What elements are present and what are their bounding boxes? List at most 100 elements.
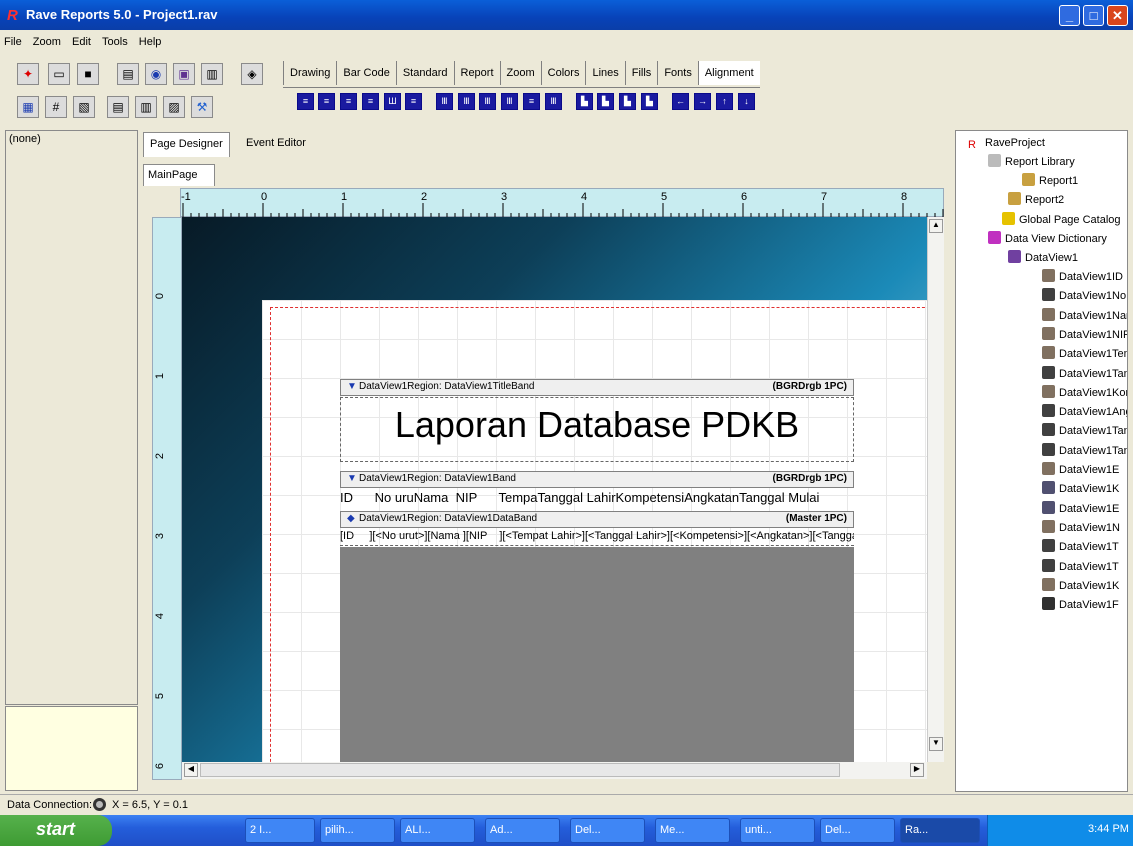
tree-item-field[interactable]: DataView1K [1042, 577, 1119, 596]
equal-width-icon[interactable]: ≡ [405, 93, 422, 110]
align-icon[interactable]: ▧ [73, 96, 95, 118]
header-field-labels[interactable]: ID No uruNama NIP TempaTanggal LahirKomp… [340, 490, 854, 507]
tab-fonts[interactable]: Fonts [657, 61, 698, 85]
maximize-button[interactable]: □ [1083, 5, 1104, 26]
tab-report[interactable]: Report [453, 61, 500, 85]
space-equal-h-icon[interactable]: Ш [384, 93, 401, 110]
tree-item-field[interactable]: DataView1Angkatan [1042, 403, 1127, 422]
taskbar-item[interactable]: ALI... [400, 818, 475, 843]
data-field-placeholders[interactable]: [ID ][<No urut>][Nama ][NIP ][<Tempat La… [340, 530, 854, 546]
title-band-header[interactable]: ▼ DataView1Region: DataView1TitleBand (B… [340, 379, 854, 396]
tab-standard[interactable]: Standard [395, 61, 454, 85]
taskbar-item[interactable]: Me... [655, 818, 730, 843]
tree-item-field[interactable]: DataView1Tanggal [1042, 365, 1127, 384]
taskbar-item-active[interactable]: Ra... [900, 818, 980, 843]
tab-barcode[interactable]: Bar Code [336, 61, 395, 85]
tree-item-report-library[interactable]: Report Library [988, 153, 1075, 172]
align-vcenter-icon[interactable]: Ⅲ [458, 93, 475, 110]
tree-item-field[interactable]: DataView1Tempat [1042, 345, 1127, 364]
tree-item-field[interactable]: DataView1T [1042, 558, 1119, 577]
tree-item-data-view-dictionary[interactable]: Data View Dictionary [988, 230, 1107, 249]
scroll-thumb[interactable] [200, 763, 840, 777]
tree-item-field[interactable]: DataView1K [1042, 480, 1119, 499]
tab-fills[interactable]: Fills [624, 61, 658, 85]
new-report-icon[interactable]: ▤ [117, 63, 139, 85]
page-icon[interactable]: ▦ [17, 96, 39, 118]
menu-edit[interactable]: Edit [68, 33, 95, 51]
new-project-icon[interactable]: ✦ [17, 63, 39, 85]
taskbar-item[interactable]: unti... [740, 818, 815, 843]
snap-icon[interactable]: ▨ [163, 96, 185, 118]
minimize-button[interactable]: _ [1059, 5, 1080, 26]
move-down-icon[interactable]: ↓ [738, 93, 755, 110]
close-button[interactable]: ✕ [1107, 5, 1128, 26]
tree-item-raveproject[interactable]: R RaveProject [968, 134, 1045, 153]
align-hcenter-page-icon[interactable]: ≡ [362, 93, 379, 110]
menu-tools[interactable]: Tools [98, 33, 132, 51]
tree-item-field[interactable]: DataView1F [1042, 596, 1119, 615]
equal-height-icon[interactable]: Ⅲ [545, 93, 562, 110]
design-canvas[interactable]: ▼ DataView1Region: DataView1TitleBand (B… [182, 217, 927, 762]
tree-item-field[interactable]: DataView1N [1042, 519, 1120, 538]
grid-icon[interactable]: # [45, 96, 67, 118]
start-button[interactable]: start [0, 815, 112, 846]
tree-item-field[interactable]: DataView1No [1042, 287, 1126, 306]
align-left-icon[interactable]: ≡ [297, 93, 314, 110]
align-vcenter-page-icon[interactable]: Ⅲ [501, 93, 518, 110]
taskbar-item[interactable]: 2 I... [245, 818, 315, 843]
tree-item-field[interactable]: DataView1E [1042, 500, 1119, 519]
execute-icon[interactable]: ◈ [241, 63, 263, 85]
tab-colors[interactable]: Colors [540, 61, 586, 85]
move-right-icon[interactable]: → [694, 93, 711, 110]
send-back-icon[interactable]: ▙ [597, 93, 614, 110]
region-icon[interactable]: ▥ [135, 96, 157, 118]
tree-item-field[interactable]: DataView1T [1042, 538, 1119, 557]
align-bottom-icon[interactable]: Ⅲ [479, 93, 496, 110]
save-icon[interactable]: ■ [77, 63, 99, 85]
menu-help[interactable]: Help [135, 33, 166, 51]
tab-event-editor[interactable]: Event Editor [246, 137, 306, 149]
bring-forward-icon[interactable]: ▙ [619, 93, 636, 110]
taskbar-item[interactable]: pilih... [320, 818, 395, 843]
taskbar-item[interactable]: Del... [820, 818, 895, 843]
tree-item-dataview1[interactable]: DataView1 [1008, 249, 1078, 268]
move-up-icon[interactable]: ↑ [716, 93, 733, 110]
data-band-header[interactable]: ◆ DataView1Region: DataView1DataBand (Ma… [340, 511, 854, 528]
tree-item-field[interactable]: DataView1Nama [1042, 307, 1127, 326]
scroll-up-icon[interactable]: ▲ [929, 219, 943, 233]
header-band-header[interactable]: ▼ DataView1Region: DataView1Band (BGRDrg… [340, 471, 854, 488]
tree-item-report1[interactable]: Report1 [1022, 172, 1078, 191]
horizontal-scrollbar[interactable]: ◀ ▶ [182, 762, 927, 779]
taskbar-item[interactable]: Ad... [485, 818, 560, 843]
align-right-icon[interactable]: ≡ [340, 93, 357, 110]
align-top-icon[interactable]: Ⅲ [436, 93, 453, 110]
tree-item-field[interactable]: DataView1NIP [1042, 326, 1127, 345]
tab-alignment[interactable]: Alignment [697, 61, 760, 85]
space-equal-v-icon[interactable]: ≡ [523, 93, 540, 110]
menu-file[interactable]: File [0, 33, 26, 51]
global-page-icon[interactable]: ◉ [145, 63, 167, 85]
tree-item-field[interactable]: DataView1ID [1042, 268, 1123, 287]
tree-item-field[interactable]: DataView1Tanggal [1042, 422, 1127, 441]
taskbar-item[interactable]: Del... [570, 818, 645, 843]
tab-lines[interactable]: Lines [585, 61, 624, 85]
report-icon[interactable]: ▥ [201, 63, 223, 85]
tree-item-field[interactable]: DataView1Tanggal [1042, 442, 1127, 461]
tree-item-global-page-catalog[interactable]: Global Page Catalog [1002, 211, 1121, 230]
band-icon[interactable]: ▤ [107, 96, 129, 118]
scroll-down-icon[interactable]: ▼ [929, 737, 943, 751]
scroll-left-icon[interactable]: ◀ [184, 763, 198, 777]
tab-drawing[interactable]: Drawing [283, 61, 336, 85]
tree-item-field[interactable]: DataView1Kompetensi [1042, 384, 1127, 403]
move-left-icon[interactable]: ← [672, 93, 689, 110]
bring-front-icon[interactable]: ▙ [576, 93, 593, 110]
tab-zoom[interactable]: Zoom [499, 61, 541, 85]
tab-page-designer[interactable]: Page Designer [143, 132, 230, 157]
scroll-right-icon[interactable]: ▶ [910, 763, 924, 777]
open-icon[interactable]: ▭ [48, 63, 70, 85]
tree-item-report2[interactable]: Report2 [1008, 191, 1064, 210]
send-backward-icon[interactable]: ▙ [641, 93, 658, 110]
report-title-text[interactable]: Laporan Database PDKB [340, 397, 854, 462]
data-object-icon[interactable]: ▣ [173, 63, 195, 85]
menu-zoom[interactable]: Zoom [29, 33, 65, 51]
